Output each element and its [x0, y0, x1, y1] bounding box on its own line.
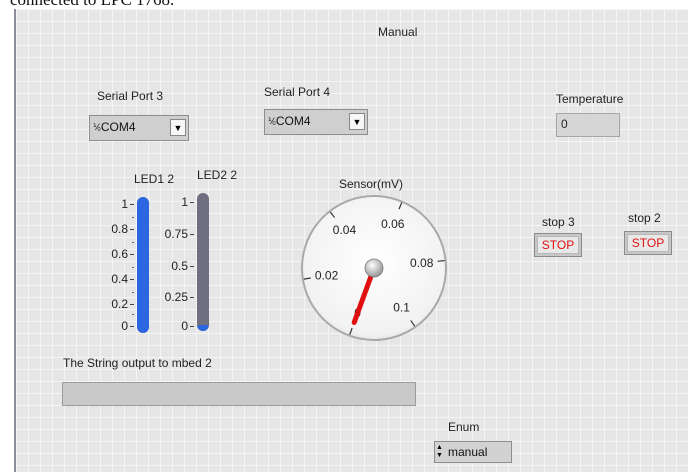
led1-scale: 1 0.8 0.6 0.4 0.2 0 [96, 197, 134, 333]
gauge-label: Sensor(mV) [339, 177, 404, 191]
io-icon: ⅟₀ [268, 115, 276, 126]
temperature-indicator: 0 [556, 113, 620, 137]
led1-tick-02: 0.2 [111, 297, 128, 311]
front-panel: Manual Serial Port 3 ⅟₀ COM4 ▼ Serial Po… [14, 9, 688, 472]
stop3-button[interactable]: STOP [534, 233, 582, 257]
panel-title: Manual [378, 25, 418, 39]
gauge-tick-label: 0.02 [315, 269, 339, 283]
stop2-button[interactable]: STOP [624, 231, 672, 255]
temperature-label: Temperature [556, 92, 624, 106]
led1-label: LED1 2 [134, 172, 175, 186]
stop2-button-text: STOP [627, 234, 669, 252]
serial-port-4-selector[interactable]: ⅟₀ COM4 ▼ [264, 109, 368, 135]
gauge-tick-label: 0.06 [381, 217, 405, 231]
sensor-gauge: 00.020.040.060.080.1 [301, 195, 447, 341]
string-output-label: The String output to mbed 2 [63, 356, 212, 370]
led2-fill [197, 325, 209, 331]
led2-tick-0: 0 [181, 319, 188, 333]
led1-tick-0: 0 [121, 319, 128, 333]
led2-tick-05: 0.5 [171, 259, 188, 273]
gauge-tick-label: 0.04 [333, 223, 357, 237]
stop2-label: stop 2 [628, 211, 661, 225]
serial-port-3-label: Serial Port 3 [97, 89, 164, 103]
enum-label: Enum [448, 420, 480, 434]
string-output-indicator [62, 382, 416, 406]
serial-port-4-label: Serial Port 4 [264, 85, 331, 99]
led1-fill [137, 197, 149, 333]
stop3-button-text: STOP [537, 236, 579, 254]
serial-port-3-value: COM4 [100, 120, 136, 134]
led2-tick-1: 1 [181, 195, 188, 209]
enum-control[interactable]: ▲ ▼ manual [434, 441, 512, 463]
led2-label: LED2 2 [197, 168, 238, 182]
led2-tick-025: 0.25 [164, 290, 188, 304]
led1-tank [137, 197, 149, 333]
led1-tick-08: 0.8 [111, 222, 128, 236]
increment-decrement-icon[interactable]: ▲ ▼ [436, 444, 445, 460]
led1-tick-1: 1 [121, 197, 128, 211]
led2-tank [197, 193, 209, 331]
serial-port-4-value: COM4 [275, 114, 311, 128]
dropdown-arrow-icon[interactable]: ▼ [170, 119, 186, 136]
led2-tick-075: 0.75 [164, 227, 188, 241]
dropdown-arrow-icon[interactable]: ▼ [349, 113, 365, 130]
gauge-tick-label: 0.08 [410, 256, 434, 270]
gauge-hub [364, 258, 384, 278]
stop3-label: stop 3 [542, 215, 575, 229]
led1-tick-06: 0.6 [111, 247, 128, 261]
led2-scale: 1 0.75 0.5 0.25 0 [164, 195, 194, 333]
io-icon: ⅟₀ [93, 121, 101, 132]
gauge-tick-label: 0.1 [393, 300, 410, 314]
serial-port-3-selector[interactable]: ⅟₀ COM4 ▼ [89, 115, 189, 141]
gauge-tick [437, 259, 445, 262]
enum-value: manual [448, 445, 488, 459]
document-caption: connected to LPC 1768. [10, 0, 350, 9]
led1-tick-04: 0.4 [111, 272, 128, 286]
